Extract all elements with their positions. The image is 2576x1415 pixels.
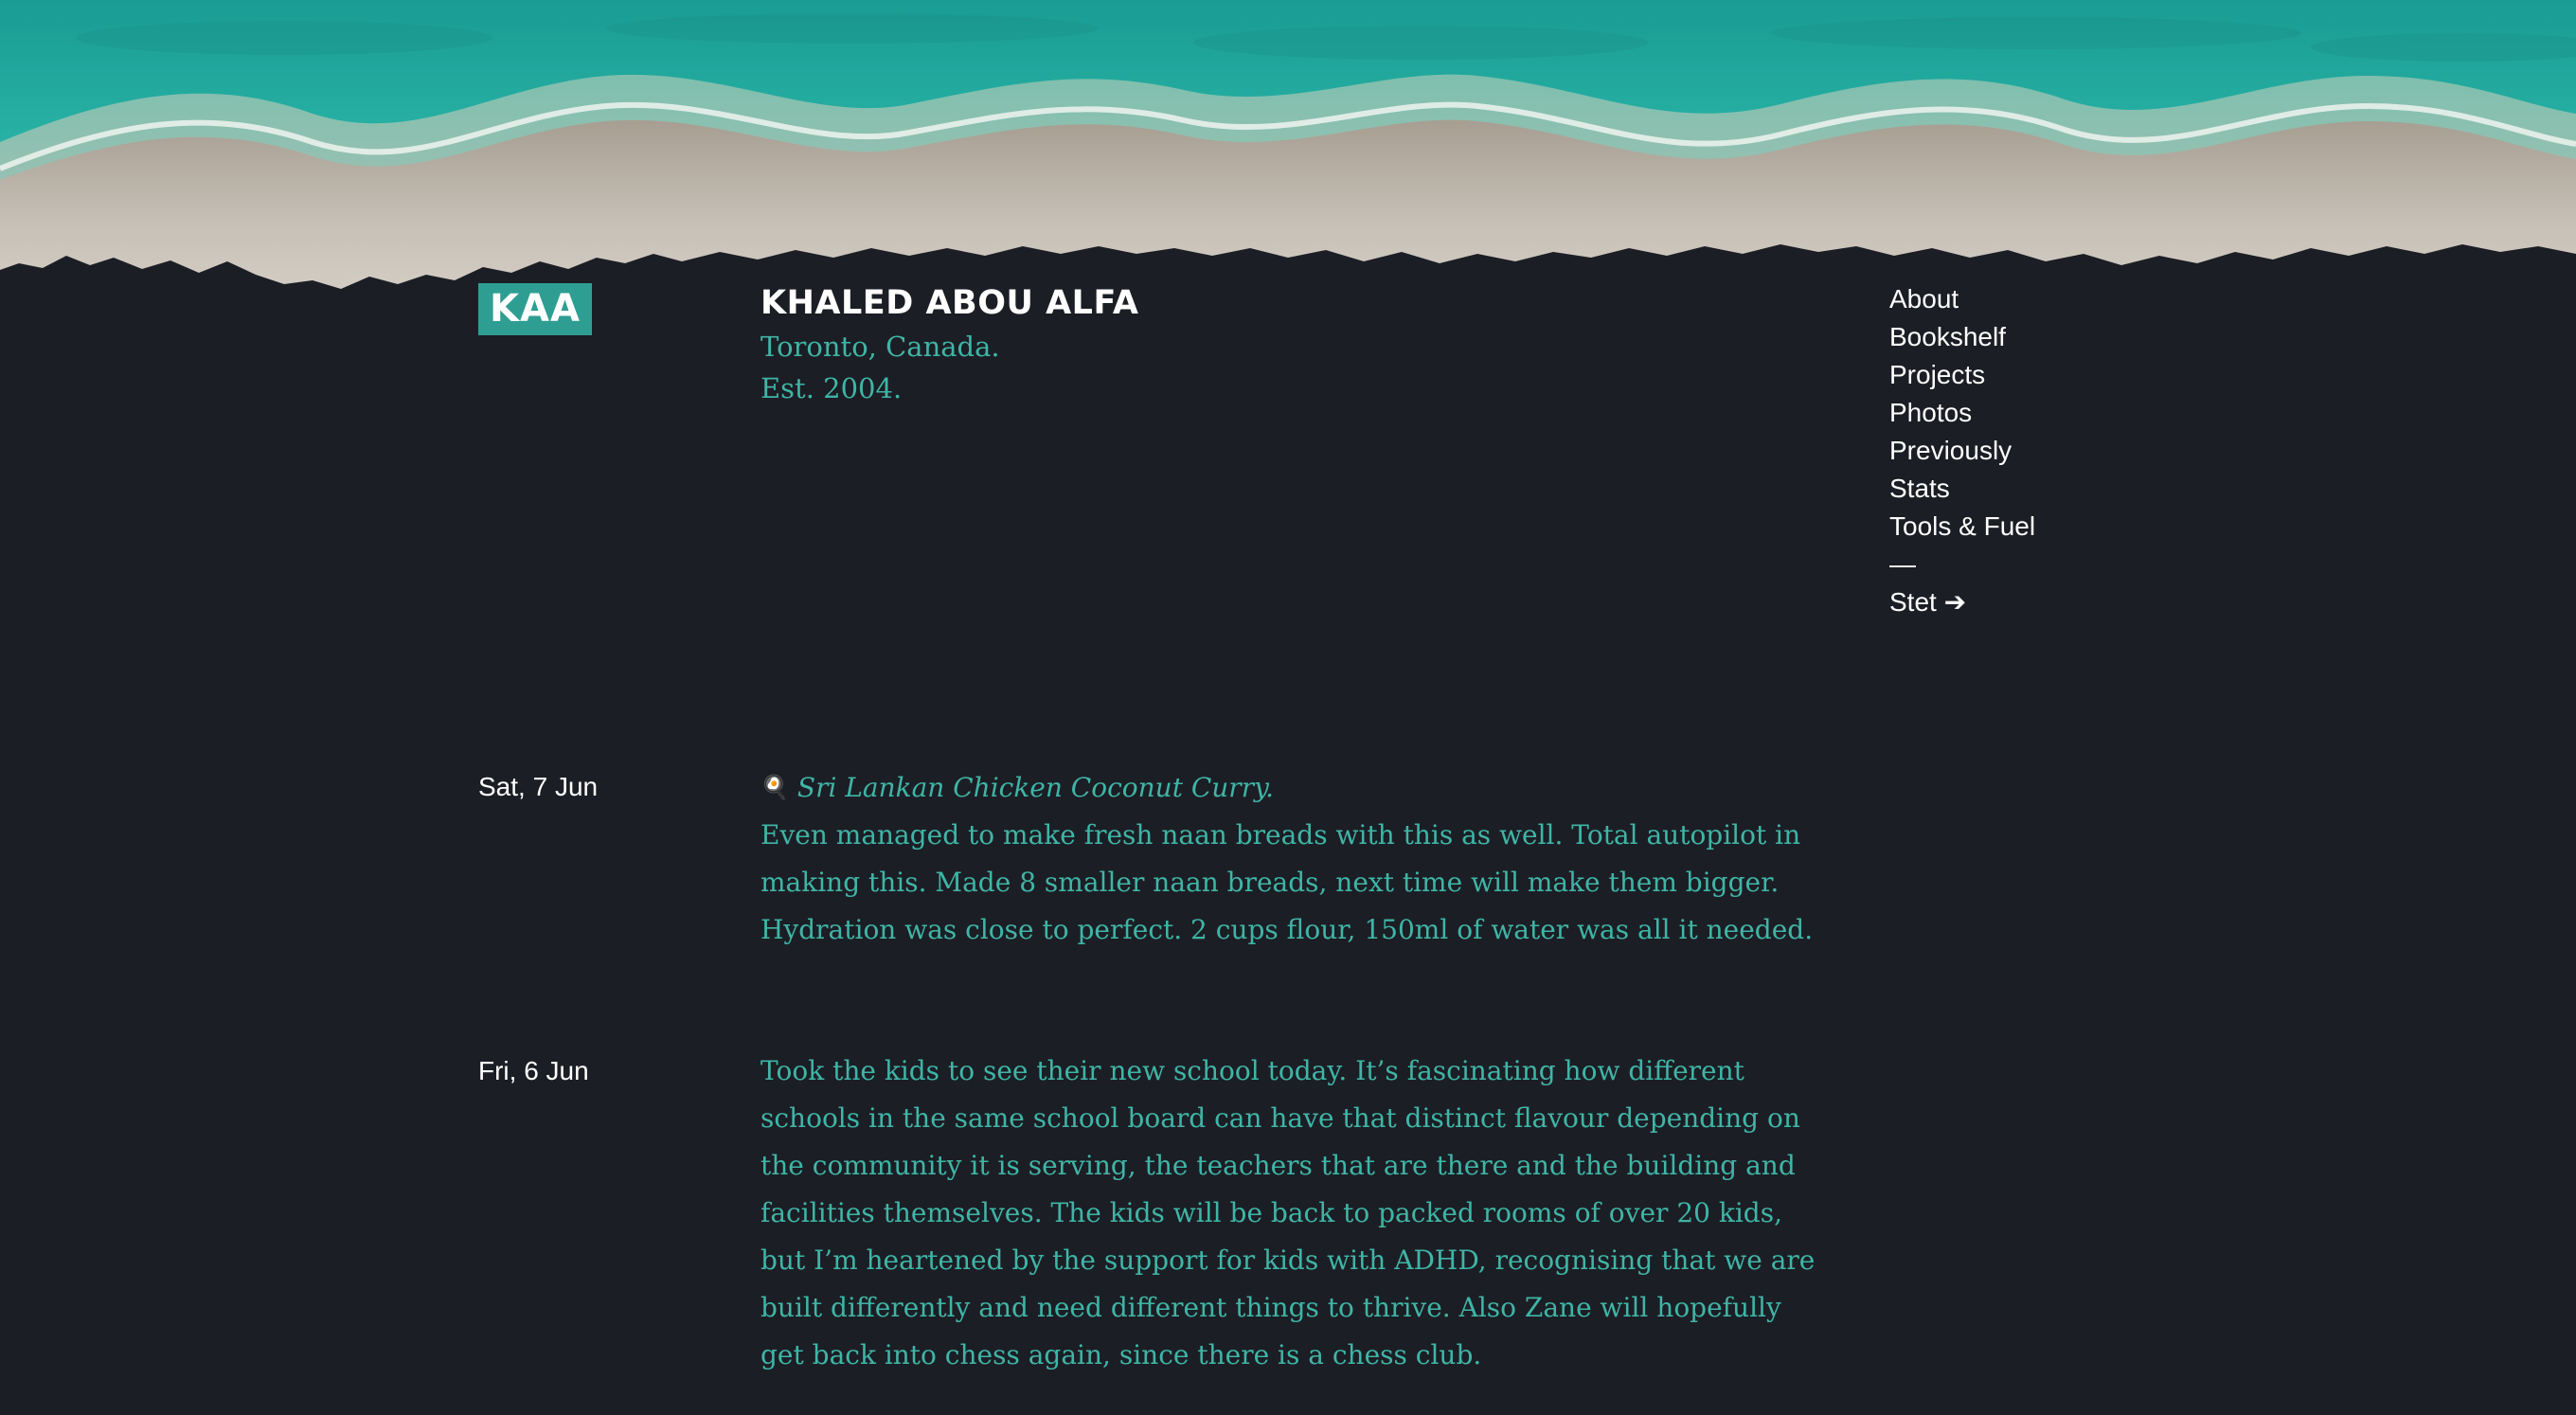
- nav-link-about[interactable]: About: [1889, 284, 1959, 313]
- nav-item-photos[interactable]: Photos: [1889, 394, 2035, 432]
- nav-link-bookshelf[interactable]: Bookshelf: [1889, 322, 2006, 351]
- main-nav: About Bookshelf Projects Photos Previous…: [1889, 280, 2035, 621]
- entry-title-line: 🍳 Sri Lankan Chicken Coconut Curry.: [760, 763, 1831, 812]
- entry-text: Took the kids to see their new school to…: [760, 1055, 1816, 1370]
- nav-item-about[interactable]: About: [1889, 280, 2035, 318]
- entry-text: Even managed to make fresh naan breads w…: [760, 819, 1814, 945]
- site-header: KHALED ABOU ALFA Toronto, Canada. Est. 2…: [760, 280, 1138, 409]
- nav-item-previously[interactable]: Previously: [1889, 432, 2035, 470]
- entry-body: Took the kids to see their new school to…: [760, 1048, 1831, 1379]
- entry-title-link[interactable]: Sri Lankan Chicken Coconut Curry.: [797, 772, 1274, 803]
- nav-item-stats[interactable]: Stats: [1889, 470, 2035, 508]
- nav-divider: —: [1889, 549, 1916, 579]
- nav-link-stet[interactable]: Stet ➔: [1889, 587, 1966, 617]
- entry-date: Sat, 7 Jun: [478, 772, 599, 801]
- header-beach-image: [0, 0, 2576, 322]
- nav-link-projects[interactable]: Projects: [1889, 360, 1985, 389]
- nav-link-photos[interactable]: Photos: [1889, 398, 1972, 427]
- nav-item-projects[interactable]: Projects: [1889, 356, 2035, 394]
- site-logo[interactable]: KAA: [478, 283, 592, 335]
- nav-link-tools-fuel[interactable]: Tools & Fuel: [1889, 511, 2035, 541]
- entry-date: Fri, 6 Jun: [478, 1056, 589, 1085]
- site-title: KHALED ABOU ALFA: [760, 284, 1139, 322]
- site-established: Est. 2004.: [760, 372, 903, 404]
- cooking-icon: 🍳: [760, 774, 789, 800]
- nav-link-stats[interactable]: Stats: [1889, 474, 1950, 503]
- nav-link-previously[interactable]: Previously: [1889, 436, 2012, 465]
- nav-item-stet[interactable]: Stet ➔: [1889, 583, 2035, 621]
- site-location: Toronto, Canada.: [760, 331, 1000, 363]
- nav-item-tools-fuel[interactable]: Tools & Fuel: [1889, 508, 2035, 546]
- entry-body: 🍳 Sri Lankan Chicken Coconut Curry. Even…: [760, 763, 1831, 954]
- nav-item-bookshelf[interactable]: Bookshelf: [1889, 318, 2035, 356]
